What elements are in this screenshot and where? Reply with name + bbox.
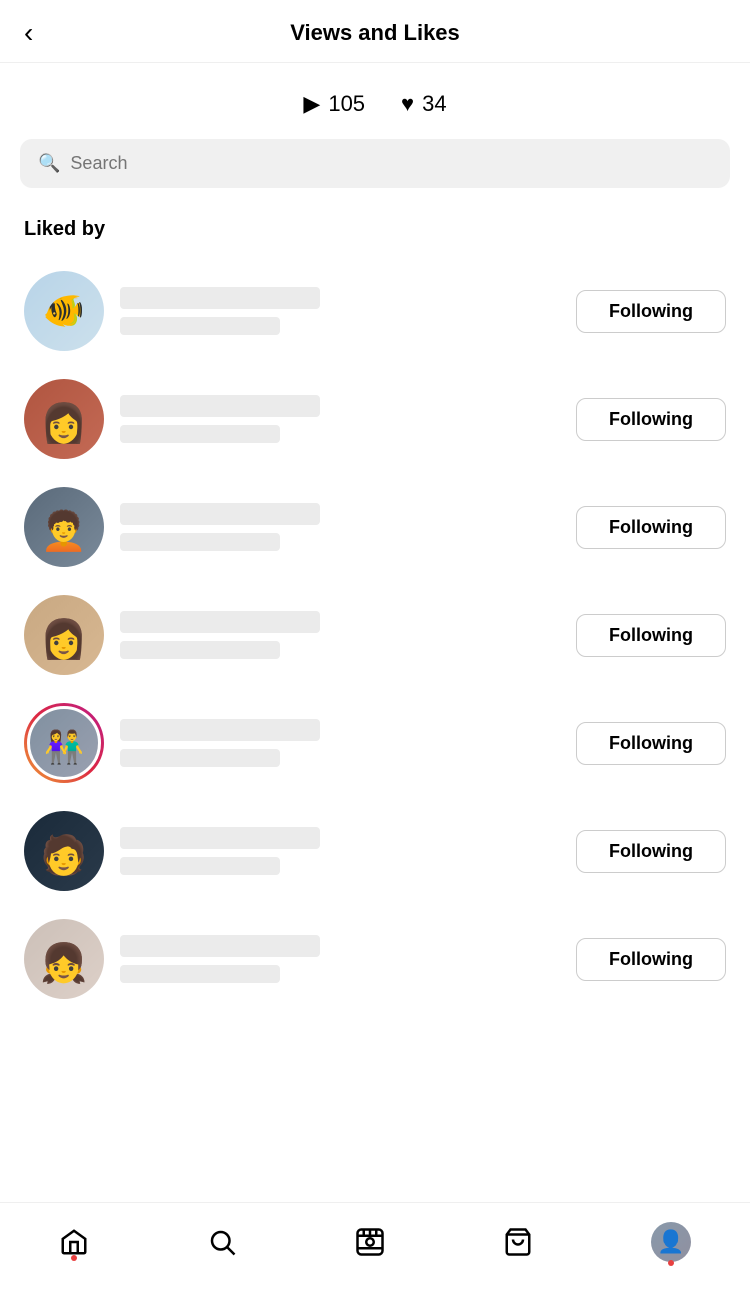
likes-count: 34 [422, 91, 446, 117]
following-button[interactable]: Following [576, 722, 726, 765]
following-button[interactable]: Following [576, 290, 726, 333]
user-info [120, 719, 560, 767]
bottom-nav: 👤 [0, 1202, 750, 1292]
views-count: 105 [328, 91, 365, 117]
likes-stat: ♥ 34 [401, 91, 447, 117]
user-info [120, 611, 560, 659]
profile-avatar: 👤 [651, 1222, 691, 1262]
reels-icon [355, 1227, 385, 1257]
following-button[interactable]: Following [576, 938, 726, 981]
nav-search[interactable] [207, 1227, 237, 1257]
table-row: 👩 Following [0, 581, 750, 689]
search-bar[interactable]: 🔍 [20, 139, 730, 188]
handle-placeholder [120, 317, 280, 335]
table-row: 👧 Following [0, 905, 750, 1013]
home-icon [59, 1227, 89, 1257]
username-placeholder [120, 719, 320, 741]
search-container: 🔍 [0, 139, 750, 208]
search-icon: 🔍 [38, 153, 60, 174]
username-placeholder [120, 827, 320, 849]
table-row: 👫 Following [0, 689, 750, 797]
avatar: 👫 [24, 703, 104, 783]
following-button[interactable]: Following [576, 830, 726, 873]
table-row: 👩 Following [0, 365, 750, 473]
user-info [120, 935, 560, 983]
nav-profile-dot [668, 1260, 674, 1266]
handle-placeholder [120, 965, 280, 983]
nav-home-dot [71, 1255, 77, 1261]
username-placeholder [120, 503, 320, 525]
nav-search-icon [207, 1227, 237, 1257]
user-list: 🐠 Following 👩 Following [0, 257, 750, 1013]
following-button[interactable]: Following [576, 398, 726, 441]
handle-placeholder [120, 533, 280, 551]
section-title: Liked by [0, 208, 750, 257]
table-row: 🧑 Following [0, 797, 750, 905]
stats-row: ▶ 105 ♥ 34 [0, 63, 750, 139]
user-info [120, 503, 560, 551]
user-info [120, 287, 560, 335]
header: ‹ Views and Likes [0, 0, 750, 63]
handle-placeholder [120, 641, 280, 659]
avatar: 🧑‍🦱 [24, 487, 104, 567]
play-icon: ▶ [303, 91, 320, 117]
back-button[interactable]: ‹ [24, 19, 33, 47]
username-placeholder [120, 611, 320, 633]
user-info [120, 395, 560, 443]
heart-icon: ♥ [401, 91, 414, 117]
page-title: Views and Likes [290, 20, 460, 46]
views-stat: ▶ 105 [303, 91, 365, 117]
username-placeholder [120, 935, 320, 957]
avatar: 🐠 [24, 271, 104, 351]
username-placeholder [120, 287, 320, 309]
nav-profile[interactable]: 👤 [651, 1222, 691, 1262]
handle-placeholder [120, 425, 280, 443]
user-info [120, 827, 560, 875]
nav-reels[interactable] [355, 1227, 385, 1257]
table-row: 🐠 Following [0, 257, 750, 365]
nav-home[interactable] [59, 1227, 89, 1257]
avatar: 👧 [24, 919, 104, 999]
avatar: 👩 [24, 379, 104, 459]
following-button[interactable]: Following [576, 614, 726, 657]
avatar: 🧑 [24, 811, 104, 891]
handle-placeholder [120, 857, 280, 875]
handle-placeholder [120, 749, 280, 767]
username-placeholder [120, 395, 320, 417]
following-button[interactable]: Following [576, 506, 726, 549]
table-row: 🧑‍🦱 Following [0, 473, 750, 581]
shop-icon [503, 1227, 533, 1257]
avatar: 👩 [24, 595, 104, 675]
nav-shop[interactable] [503, 1227, 533, 1257]
search-input[interactable] [70, 153, 712, 174]
